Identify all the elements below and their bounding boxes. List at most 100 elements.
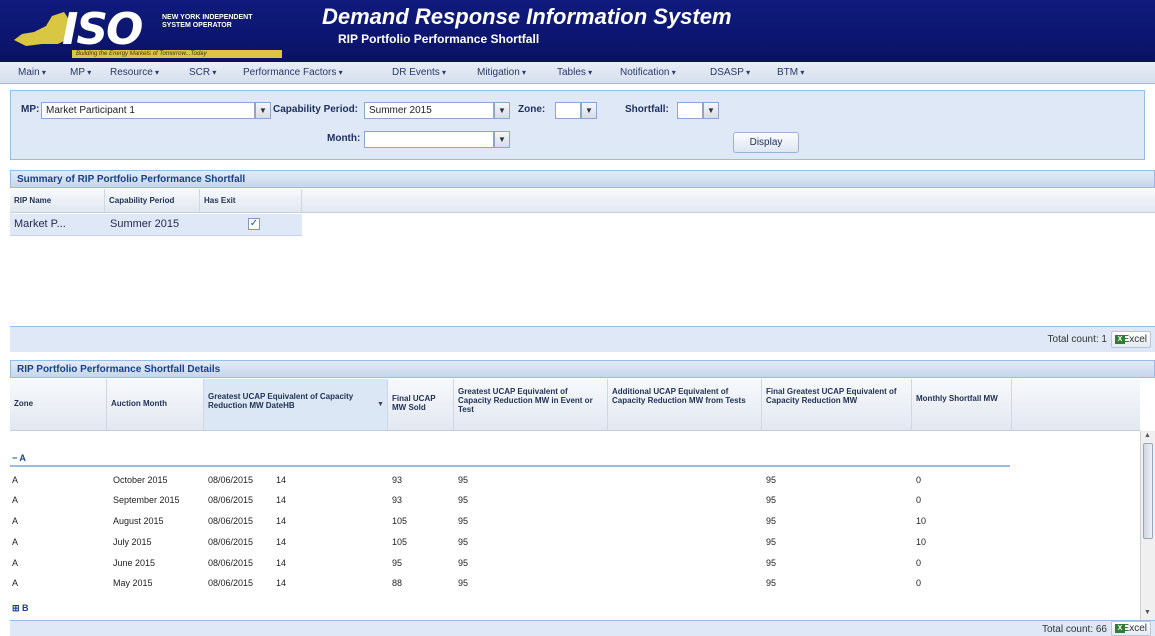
col-monthly-shortfall[interactable]: Monthly Shortfall MW bbox=[912, 379, 1012, 430]
table-row[interactable]: Market P... Summer 2015 ✓ bbox=[10, 214, 302, 236]
table-row[interactable]: A July 2015 08/06/2015 14 105 95 95 10 bbox=[10, 533, 1010, 552]
menu-scr[interactable]: SCR bbox=[189, 67, 216, 78]
logo-iso-text: ISO bbox=[62, 4, 143, 55]
col-final-ucap-sold[interactable]: Final UCAP MW Sold bbox=[388, 379, 454, 430]
menu-btm[interactable]: BTM bbox=[777, 67, 804, 78]
menu-resource[interactable]: Resource bbox=[110, 67, 159, 78]
details-panel-title: RIP Portfolio Performance Shortfall Deta… bbox=[10, 360, 1155, 378]
hb-cell: 14 bbox=[276, 578, 287, 588]
mp-dropdown-icon[interactable]: ▼ bbox=[255, 102, 271, 119]
main-menu-bar: Main MP Resource SCR Performance Factors… bbox=[0, 62, 1155, 84]
shortfall-label: Shortfall: bbox=[625, 104, 669, 115]
greatest-event-cell: 95 bbox=[458, 537, 469, 547]
month-cell: May 2015 bbox=[113, 578, 153, 588]
menu-mp[interactable]: MP bbox=[70, 67, 91, 78]
hb-cell: 14 bbox=[276, 475, 287, 485]
date-cell: 08/06/2015 bbox=[208, 537, 254, 547]
capability-period-cell: Summer 2015 bbox=[110, 218, 180, 230]
menu-mitigation[interactable]: Mitigation bbox=[477, 67, 526, 78]
details-excel-button[interactable]: X Excel bbox=[1111, 621, 1151, 636]
ucap-sold-cell: 93 bbox=[392, 475, 403, 485]
zone-cell: A bbox=[12, 475, 19, 485]
month-cell: July 2015 bbox=[113, 537, 152, 547]
month-cell: August 2015 bbox=[113, 516, 164, 526]
date-cell: 08/06/2015 bbox=[208, 495, 254, 505]
ucap-sold-cell: 88 bbox=[392, 578, 403, 588]
col-auction-month[interactable]: Auction Month bbox=[107, 379, 204, 430]
zone-label: Zone: bbox=[518, 104, 546, 115]
details-toolbar: Total count: 66 X Excel bbox=[10, 620, 1155, 636]
summary-toolbar: Total count: 1 X Excel bbox=[10, 326, 1155, 352]
summary-excel-button[interactable]: X Excel bbox=[1111, 331, 1151, 348]
menu-dr-events[interactable]: DR Events bbox=[392, 67, 446, 78]
scroll-thumb[interactable] bbox=[1143, 443, 1153, 539]
excel-label: Excel bbox=[1122, 623, 1147, 634]
page-title: RIP Portfolio Performance Shortfall bbox=[338, 32, 540, 46]
col-final-greatest-ucap[interactable]: Final Greatest UCAP Equivalent of Capaci… bbox=[762, 379, 912, 430]
month-cell: October 2015 bbox=[113, 475, 168, 485]
details-scrollbar[interactable]: ▲ ▼ bbox=[1140, 431, 1155, 620]
logo-tagline: Building the Energy Markets of Tomorrow.… bbox=[72, 50, 282, 58]
shortfall-cell: 10 bbox=[916, 516, 927, 526]
col-greatest-ucap-event[interactable]: Greatest UCAP Equivalent of Capacity Red… bbox=[454, 379, 608, 430]
table-row[interactable]: A May 2015 08/06/2015 14 88 95 95 0 bbox=[10, 574, 1010, 593]
menu-main[interactable]: Main bbox=[18, 67, 46, 78]
shortfall-dropdown-icon[interactable]: ▼ bbox=[703, 102, 719, 119]
scroll-up-icon[interactable]: ▲ bbox=[1144, 432, 1151, 439]
col-capability-period[interactable]: Capability Period bbox=[105, 189, 200, 212]
filter-panel: MP: Market Participant 1 ▼ Capability Pe… bbox=[10, 90, 1145, 160]
shortfall-cell: 0 bbox=[916, 475, 922, 485]
zone-cell: A bbox=[12, 495, 19, 505]
greatest-event-cell: 95 bbox=[458, 495, 469, 505]
group-header-b[interactable]: ⊞ B bbox=[10, 599, 1010, 617]
excel-label: Excel bbox=[1122, 334, 1147, 345]
table-row[interactable]: A June 2015 08/06/2015 14 95 95 95 0 bbox=[10, 554, 1010, 573]
menu-notification[interactable]: Notification bbox=[620, 67, 676, 78]
system-title: Demand Response Information System bbox=[322, 4, 732, 29]
month-dropdown-icon[interactable]: ▼ bbox=[494, 131, 510, 148]
col-greatest-ucap-date[interactable]: Greatest UCAP Equivalent of Capacity Red… bbox=[204, 379, 388, 430]
group-header-a[interactable]: − A bbox=[10, 449, 1010, 467]
header-banner: ISO NEW YORK INDEPENDENT SYSTEM OPERATOR… bbox=[0, 0, 1155, 62]
details-grid-body: − A A October 2015 08/06/2015 14 93 95 9… bbox=[10, 431, 1140, 620]
final-greatest-cell: 95 bbox=[766, 578, 777, 588]
zone-dropdown-icon[interactable]: ▼ bbox=[581, 102, 597, 119]
col-zone[interactable]: Zone bbox=[10, 379, 107, 430]
table-row[interactable]: A September 2015 08/06/2015 14 93 95 95 … bbox=[10, 491, 1010, 510]
date-cell: 08/06/2015 bbox=[208, 578, 254, 588]
col-additional-ucap[interactable]: Additional UCAP Equivalent of Capacity R… bbox=[608, 379, 762, 430]
hb-cell: 14 bbox=[276, 495, 287, 505]
capability-period-dropdown-icon[interactable]: ▼ bbox=[494, 102, 510, 119]
mp-label: MP: bbox=[21, 104, 40, 115]
mp-select[interactable]: Market Participant 1 bbox=[41, 102, 255, 119]
display-button[interactable]: Display bbox=[733, 132, 799, 153]
ucap-sold-cell: 93 bbox=[392, 495, 403, 505]
hb-cell: 14 bbox=[276, 537, 287, 547]
greatest-event-cell: 95 bbox=[458, 516, 469, 526]
menu-tables[interactable]: Tables bbox=[557, 67, 592, 78]
zone-select[interactable] bbox=[555, 102, 581, 119]
final-greatest-cell: 95 bbox=[766, 537, 777, 547]
has-exit-checkbox[interactable]: ✓ bbox=[248, 218, 260, 230]
table-row[interactable]: A August 2015 08/06/2015 14 105 95 95 10 bbox=[10, 512, 1010, 531]
excel-icon: X bbox=[1115, 335, 1125, 344]
date-cell: 08/06/2015 bbox=[208, 558, 254, 568]
sort-desc-icon[interactable]: ▼ bbox=[377, 401, 384, 408]
details-grid-header: Zone Auction Month Greatest UCAP Equival… bbox=[10, 379, 1140, 431]
menu-dsasp[interactable]: DSASP bbox=[710, 67, 750, 78]
zone-cell: A bbox=[12, 578, 19, 588]
shortfall-select[interactable] bbox=[677, 102, 703, 119]
capability-period-select[interactable]: Summer 2015 bbox=[364, 102, 494, 119]
month-select[interactable] bbox=[364, 131, 494, 148]
shortfall-cell: 10 bbox=[916, 537, 927, 547]
app-window: ISO NEW YORK INDEPENDENT SYSTEM OPERATOR… bbox=[0, 0, 1155, 636]
col-has-exit[interactable]: Has Exit bbox=[200, 189, 302, 212]
final-greatest-cell: 95 bbox=[766, 516, 777, 526]
month-label: Month: bbox=[327, 133, 361, 144]
col-rip-name[interactable]: RIP Name bbox=[10, 189, 105, 212]
scroll-down-icon[interactable]: ▼ bbox=[1144, 609, 1151, 616]
zone-cell: A bbox=[12, 537, 19, 547]
menu-performance-factors[interactable]: Performance Factors bbox=[243, 67, 343, 78]
final-greatest-cell: 95 bbox=[766, 558, 777, 568]
table-row[interactable]: A October 2015 08/06/2015 14 93 95 95 0 bbox=[10, 471, 1010, 490]
